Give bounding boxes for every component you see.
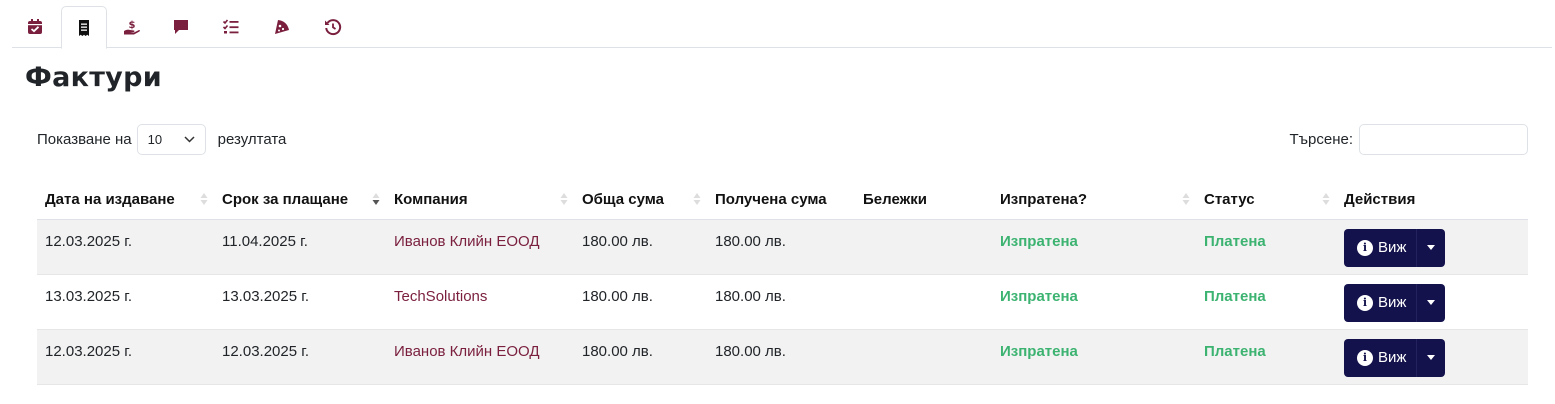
actions-dropdown-toggle[interactable] bbox=[1417, 339, 1445, 377]
cell-due: 12.03.2025 г. bbox=[214, 329, 386, 385]
cell-status: Платена bbox=[1196, 329, 1336, 385]
tab-history[interactable] bbox=[310, 6, 356, 48]
info-icon: i bbox=[1357, 349, 1373, 366]
length-suffix: резултата bbox=[217, 131, 287, 148]
cell-actions: i Виж bbox=[1336, 274, 1528, 330]
caret-down-icon bbox=[1427, 300, 1436, 305]
length-prefix: Показване на bbox=[37, 131, 132, 148]
company-link[interactable]: Иванов Клийн ЕООД bbox=[394, 233, 540, 250]
table-header-row: Дата на издаване Срок за плащане Компани… bbox=[37, 180, 1528, 220]
list-check-icon bbox=[222, 19, 239, 34]
cell-total: 180.00 лв. bbox=[574, 329, 707, 385]
company-link[interactable]: Иванов Клийн ЕООД bbox=[394, 343, 540, 360]
search-label: Търсене: bbox=[1289, 131, 1353, 148]
table-row: 12.03.2025 г. 11.04.2025 г. Иванов Клийн… bbox=[37, 219, 1528, 275]
cell-sent: Изпратена bbox=[992, 329, 1196, 385]
sort-icon bbox=[1182, 193, 1190, 205]
actions-dropdown-toggle[interactable] bbox=[1417, 284, 1445, 322]
col-actions: Действия bbox=[1336, 180, 1528, 220]
cell-notes bbox=[855, 219, 992, 275]
info-icon: i bbox=[1357, 294, 1373, 311]
cell-actions: i Виж bbox=[1336, 219, 1528, 275]
comment-icon bbox=[174, 20, 188, 34]
view-button[interactable]: i Виж bbox=[1344, 228, 1418, 267]
cell-total: 180.00 лв. bbox=[574, 219, 707, 275]
col-due[interactable]: Срок за плащане bbox=[214, 180, 386, 220]
caret-down-icon bbox=[1427, 355, 1436, 360]
cell-company: Иванов Клийн ЕООД bbox=[386, 329, 574, 385]
view-button[interactable]: i Виж bbox=[1344, 338, 1418, 377]
cell-issued: 12.03.2025 г. bbox=[37, 329, 214, 385]
history-icon bbox=[325, 19, 342, 36]
col-total[interactable]: Обща сума bbox=[574, 180, 707, 220]
cell-due: 11.04.2025 г. bbox=[214, 219, 386, 275]
svg-text:$: $ bbox=[129, 20, 136, 31]
length-select[interactable]: 10 bbox=[136, 124, 206, 155]
tab-payments[interactable]: $ bbox=[109, 6, 155, 48]
cell-sent: Изпратена bbox=[992, 219, 1196, 275]
cell-company: Иванов Клийн ЕООД bbox=[386, 219, 574, 275]
cell-notes bbox=[855, 329, 992, 385]
view-button-group: i Виж bbox=[1344, 338, 1446, 377]
search-control: Търсене: bbox=[1289, 124, 1528, 155]
tab-invoices[interactable] bbox=[61, 6, 107, 49]
calendar-check-icon bbox=[28, 19, 42, 34]
cell-status: Платена bbox=[1196, 274, 1336, 330]
col-company[interactable]: Компания bbox=[386, 180, 574, 220]
view-button[interactable]: i Виж bbox=[1344, 283, 1418, 322]
hand-holding-dollar-icon: $ bbox=[124, 20, 140, 35]
col-received: Получена сума bbox=[707, 180, 855, 220]
table-row: 13.03.2025 г. 13.03.2025 г. TechSolution… bbox=[37, 274, 1528, 330]
tab-tasks[interactable] bbox=[208, 6, 254, 48]
col-issued[interactable]: Дата на издаване bbox=[37, 180, 214, 220]
cell-issued: 12.03.2025 г. bbox=[37, 219, 214, 275]
col-sent[interactable]: Изпратена? bbox=[992, 180, 1196, 220]
sort-icon bbox=[200, 193, 208, 205]
view-button-group: i Виж bbox=[1344, 228, 1446, 267]
cell-due: 13.03.2025 г. bbox=[214, 274, 386, 330]
chevron-down-icon bbox=[184, 136, 195, 143]
view-button-group: i Виж bbox=[1344, 283, 1446, 322]
cell-total: 180.00 лв. bbox=[574, 274, 707, 330]
company-link[interactable]: TechSolutions bbox=[394, 288, 487, 305]
search-input[interactable] bbox=[1359, 124, 1528, 155]
info-icon: i bbox=[1357, 239, 1373, 256]
invoices-table: Дата на издаване Срок за плащане Компани… bbox=[37, 180, 1528, 385]
caret-down-icon bbox=[1427, 245, 1436, 250]
cell-status: Платена bbox=[1196, 219, 1336, 275]
length-value: 10 bbox=[147, 132, 163, 147]
cell-sent: Изпратена bbox=[992, 274, 1196, 330]
sort-icon bbox=[1322, 193, 1330, 205]
cell-received: 180.00 лв. bbox=[707, 219, 855, 275]
tab-food[interactable] bbox=[259, 6, 305, 48]
actions-dropdown-toggle[interactable] bbox=[1417, 229, 1445, 267]
sort-icon bbox=[693, 193, 701, 205]
cell-issued: 13.03.2025 г. bbox=[37, 274, 214, 330]
sort-desc-icon bbox=[372, 193, 380, 205]
cell-received: 180.00 лв. bbox=[707, 274, 855, 330]
cell-notes bbox=[855, 274, 992, 330]
cell-company: TechSolutions bbox=[386, 274, 574, 330]
length-control: Показване на 10 резултата bbox=[37, 124, 286, 155]
sort-icon bbox=[560, 193, 568, 205]
cell-received: 180.00 лв. bbox=[707, 329, 855, 385]
table-row: 12.03.2025 г. 12.03.2025 г. Иванов Клийн… bbox=[37, 329, 1528, 385]
cell-actions: i Виж bbox=[1336, 329, 1528, 385]
receipt-icon bbox=[79, 19, 89, 36]
col-notes: Бележки bbox=[855, 180, 992, 220]
page-title: Фактури bbox=[25, 62, 162, 93]
nav-tabs: $ bbox=[12, 6, 1552, 49]
tab-calendar[interactable] bbox=[12, 6, 58, 48]
col-status[interactable]: Статус bbox=[1196, 180, 1336, 220]
pizza-slice-icon bbox=[275, 20, 289, 34]
tab-comments[interactable] bbox=[158, 6, 204, 48]
